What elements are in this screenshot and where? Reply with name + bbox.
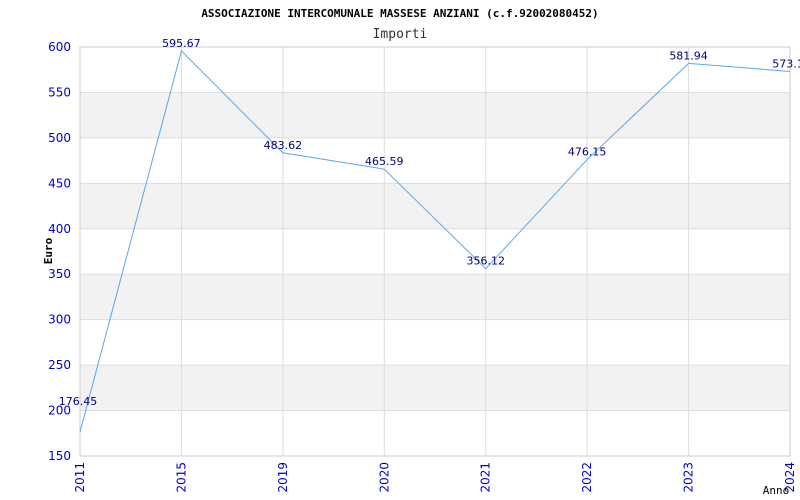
x-axis-label: Anno <box>763 484 790 497</box>
y-tick-label: 350 <box>48 267 71 281</box>
x-tick-label: 2019 <box>276 462 290 493</box>
background-bands <box>80 92 790 411</box>
y-tick-label: 400 <box>48 222 71 236</box>
x-tick-label: 2020 <box>377 462 391 493</box>
x-tick-label: 2015 <box>174 462 188 493</box>
y-tick-label: 500 <box>48 131 71 145</box>
grid-band <box>80 183 790 229</box>
data-label: 476.15 <box>568 146 607 159</box>
data-label: 581.94 <box>669 49 708 62</box>
chart-subtitle: Importi <box>373 27 428 42</box>
data-label: 595.67 <box>162 37 201 50</box>
chart: 176.45 595.67 483.62 465.59 356.12 476.15 581.… <box>0 0 800 500</box>
y-axis-label: Euro <box>42 237 55 264</box>
grid-band <box>80 92 790 138</box>
y-tick-label: 250 <box>48 358 71 372</box>
data-label: 465.59 <box>365 155 404 168</box>
grid-band <box>80 274 790 320</box>
data-label: 356.12 <box>466 255 505 268</box>
y-tick-label: 450 <box>48 176 71 190</box>
x-axis-ticks: 2011 2015 2019 2020 2021 2022 2023 2024 <box>73 462 797 493</box>
y-tick-label: 600 <box>48 40 71 54</box>
y-tick-label: 200 <box>48 404 71 418</box>
line-chart-svg: 176.45595.67483.62465.59356.12476.15581.… <box>42 7 800 497</box>
y-tick-label: 150 <box>48 449 71 463</box>
grid-band <box>80 365 790 411</box>
y-tick-label: 300 <box>48 313 71 327</box>
data-label: 483.62 <box>264 139 303 152</box>
chart-title: ASSOCIAZIONE INTERCOMUNALE MASSESE ANZIA… <box>201 7 598 20</box>
x-tick-label: 2021 <box>479 462 493 493</box>
x-tick-label: 2022 <box>580 462 594 493</box>
x-tick-label: 2023 <box>682 462 696 493</box>
x-tick-label: 2011 <box>73 462 87 493</box>
data-label: 573.1 <box>772 57 800 70</box>
y-tick-label: 550 <box>48 85 71 99</box>
